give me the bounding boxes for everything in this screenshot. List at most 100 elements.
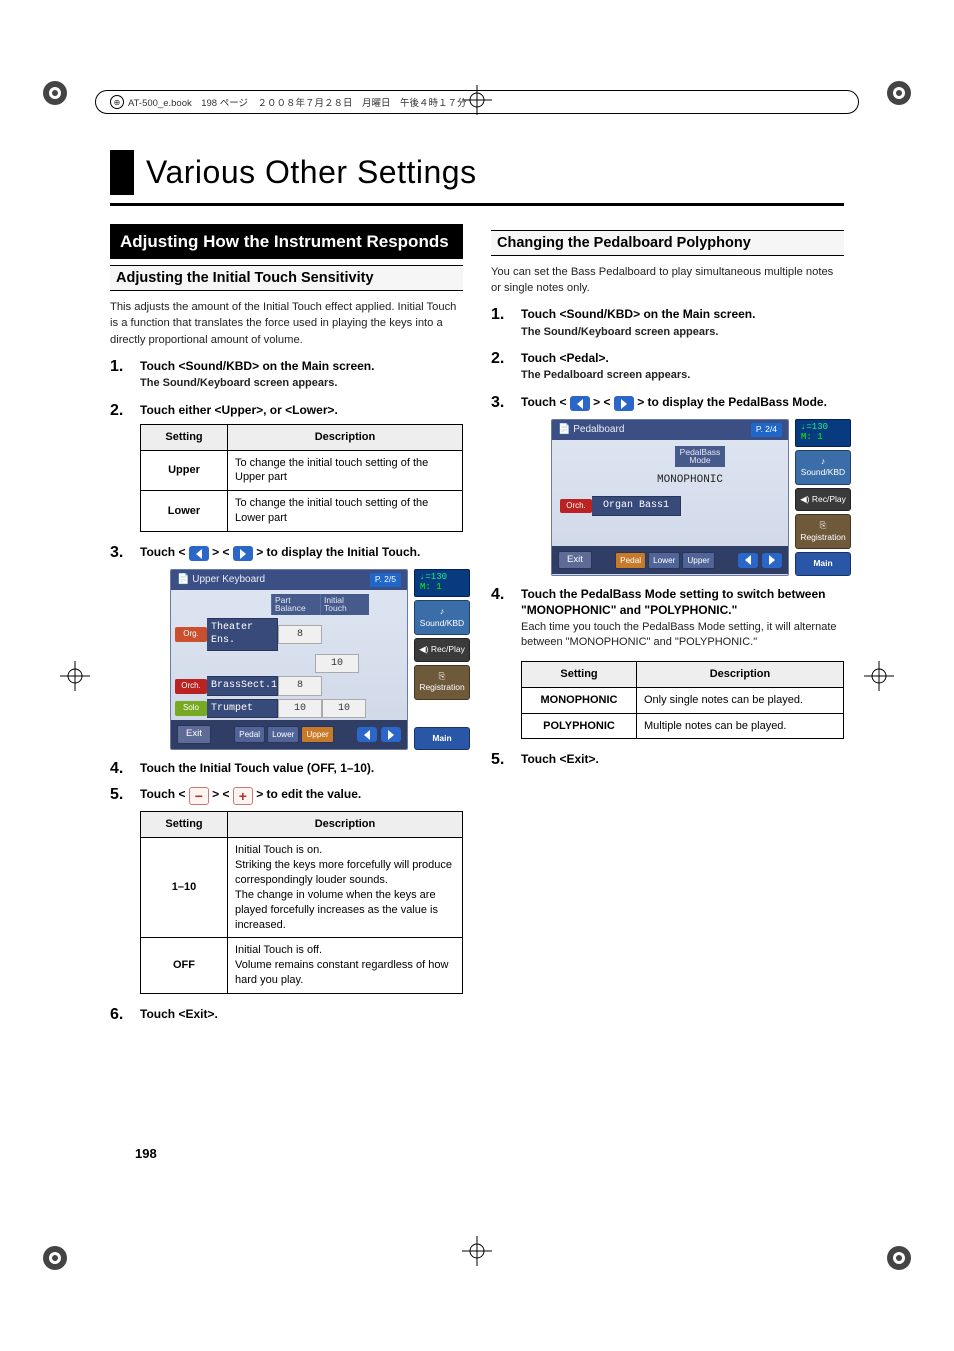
tab-lower[interactable]: Lower xyxy=(267,726,299,743)
right-column: Changing the Pedalboard Polyphony You ca… xyxy=(491,224,844,1028)
arrow-left-icon xyxy=(570,396,590,411)
side-sound-kbd-button[interactable]: ♪ Sound/KBD xyxy=(414,600,470,635)
screen-tabs: Pedal Lower Upper xyxy=(615,552,715,569)
arrow-right-icon[interactable] xyxy=(762,553,782,568)
row-c1: 8 xyxy=(278,625,322,645)
step-4: Touch the PedalBass Mode setting to swit… xyxy=(491,586,844,740)
step-3: Touch < > < > to display the Initial Tou… xyxy=(110,544,463,750)
print-mark-mid-right xyxy=(864,661,894,691)
step-2-text: Touch <Pedal>. xyxy=(521,351,609,365)
tab-lower[interactable]: Lower xyxy=(648,552,680,569)
tab-pedal[interactable]: Pedal xyxy=(234,726,265,743)
tab-upper[interactable]: Upper xyxy=(682,552,714,569)
print-mark-top-right xyxy=(884,78,914,108)
screen-exit-button[interactable]: Exit xyxy=(177,725,211,744)
tab-pedal[interactable]: Pedal xyxy=(615,552,646,569)
row-c1: 10 xyxy=(278,699,322,719)
chapter-title-row: Various Other Settings xyxy=(110,150,844,195)
side-registration-button[interactable]: ⎘ Registration xyxy=(795,514,851,549)
screen-row-1: 10 xyxy=(271,654,403,674)
screen-arrows xyxy=(738,553,782,568)
screen-side-panel: ♩=130 M: 1 ♪ Sound/KBD ◀) Rec/Play ⎘ Reg… xyxy=(795,419,851,576)
screen-column-headers: Part Balance Initial Touch xyxy=(271,594,403,615)
screen-exit-button[interactable]: Exit xyxy=(558,551,592,570)
table-h2: Description xyxy=(637,661,844,687)
table-row: MONOPHONIC Only single notes can be play… xyxy=(522,687,844,713)
r1-v: Multiple notes can be played. xyxy=(637,713,844,739)
arrow-right-icon xyxy=(614,396,634,411)
screen-page-badge: P. 2/4 xyxy=(751,423,782,436)
screen-tabs: Pedal Lower Upper xyxy=(234,726,334,743)
step-3-mid: > < xyxy=(593,395,610,409)
col-part-balance: Part Balance xyxy=(271,594,320,615)
screen-center: PedalBass Mode MONOPHONIC Orch. Organ Ba… xyxy=(552,440,788,546)
tab-upper[interactable]: Upper xyxy=(301,726,333,743)
table2-h1: Setting xyxy=(141,812,228,838)
measure-value: M: 1 xyxy=(801,433,845,443)
pedalboard-screen: 📄 Pedalboard P. 2/4 PedalBass Mode MONOP… xyxy=(551,419,851,576)
table-row: 1–10 Initial Touch is on. Striking the k… xyxy=(141,838,463,938)
arrow-right-icon xyxy=(233,546,253,561)
print-mark-mid-left xyxy=(60,661,90,691)
step-4: Touch the Initial Touch value (OFF, 1–10… xyxy=(110,760,463,776)
pedal-poly-intro: You can set the Bass Pedalboard to play … xyxy=(491,264,844,296)
step-5-text: Touch <Exit>. xyxy=(521,752,599,766)
table2-r1-v: Initial Touch is off. Volume remains con… xyxy=(228,938,463,994)
left-column: Adjusting How the Instrument Responds Ad… xyxy=(110,224,463,1028)
step-1-detail: The Sound/Keyboard screen appears. xyxy=(140,376,463,391)
pedal-poly-steps: Touch <Sound/KBD> on the Main screen. Th… xyxy=(491,306,844,767)
row-c2: 10 xyxy=(315,654,359,674)
arrow-left-icon[interactable] xyxy=(357,727,377,742)
initial-touch-value-table: Setting Description 1–10 Initial Touch i… xyxy=(140,811,463,993)
side-registration-button[interactable]: ⎘ Registration xyxy=(414,665,470,700)
step-3-mid: > < xyxy=(212,545,229,559)
side-sound-kbd-button[interactable]: ♪ Sound/KBD xyxy=(795,450,851,485)
step-3-pre: Touch < xyxy=(140,545,185,559)
book-icon: ⊕ xyxy=(110,95,124,109)
arrow-right-icon[interactable] xyxy=(381,727,401,742)
initial-touch-intro: This adjusts the amount of the Initial T… xyxy=(110,299,463,348)
pedalbass-mode-label: PedalBass Mode xyxy=(675,446,726,467)
table1-h1: Setting xyxy=(141,424,228,450)
subsection-pedal-polyphony: Changing the Pedalboard Polyphony xyxy=(491,230,844,256)
screen-bottom-bar: Exit Pedal Lower Upper xyxy=(552,546,788,575)
r0-k: MONOPHONIC xyxy=(522,687,637,713)
step-5-mid: > < xyxy=(212,787,229,801)
side-rec-play-button[interactable]: ◀) Rec/Play xyxy=(414,638,470,661)
screen-main-area: 📄 Upper Keyboard P. 2/5 Part Balance Ini… xyxy=(170,569,408,750)
plus-button-icon: + xyxy=(233,787,253,805)
step-2: Touch either <Upper>, or <Lower>. Settin… xyxy=(110,402,463,532)
step-1-detail: The Sound/Keyboard screen appears. xyxy=(521,325,844,340)
screen-row-3: Solo Trumpet 10 10 xyxy=(175,699,403,719)
step-1-text: Touch <Sound/KBD> on the Main screen. xyxy=(521,307,755,321)
step-3: Touch < > < > to display the PedalBass M… xyxy=(491,394,844,576)
step-5-pre: Touch < xyxy=(140,787,185,801)
screen-grid: Part Balance Initial Touch Org. Theater … xyxy=(171,590,407,721)
step-6-text: Touch <Exit>. xyxy=(140,1007,218,1021)
screen-title: 📄 Pedalboard xyxy=(558,423,624,437)
row-tag: Orch. xyxy=(175,679,207,694)
chapter-title: Various Other Settings xyxy=(146,154,477,191)
step-1: Touch <Sound/KBD> on the Main screen. Th… xyxy=(491,306,844,340)
table-row: Lower To change the initial touch settin… xyxy=(141,491,463,532)
screen-titlebar: 📄 Pedalboard P. 2/4 xyxy=(552,420,788,440)
arrow-left-icon xyxy=(189,546,209,561)
arrow-left-icon[interactable] xyxy=(738,553,758,568)
pedalbass-mode-value[interactable]: MONOPHONIC xyxy=(596,473,784,488)
side-rec-play-button[interactable]: ◀) Rec/Play xyxy=(795,488,851,511)
table2-h2: Description xyxy=(228,812,463,838)
table2-r0-v: Initial Touch is on. Striking the keys m… xyxy=(228,838,463,938)
side-main-button[interactable]: Main xyxy=(414,727,470,750)
upper-lower-table: Setting Description Upper To change the … xyxy=(140,424,463,532)
row-name: Trumpet xyxy=(207,699,278,719)
step-1: Touch <Sound/KBD> on the Main screen. Th… xyxy=(110,358,463,392)
step-3-post: > to display the PedalBass Mode. xyxy=(637,395,827,409)
table-row: Upper To change the initial touch settin… xyxy=(141,450,463,491)
table-h1: Setting xyxy=(522,661,637,687)
step-1-text: Touch <Sound/KBD> on the Main screen. xyxy=(140,359,374,373)
side-main-button[interactable]: Main xyxy=(795,552,851,575)
screen-row-0: Org. Theater Ens. 8 xyxy=(175,618,403,651)
step-4-text: Touch the PedalBass Mode setting to swit… xyxy=(521,587,826,617)
tempo-display: ♩=130 M: 1 xyxy=(414,569,470,597)
header-strip: ⊕ AT-500_e.book 198 ページ ２００８年７月２８日 月曜日 午… xyxy=(95,90,859,114)
